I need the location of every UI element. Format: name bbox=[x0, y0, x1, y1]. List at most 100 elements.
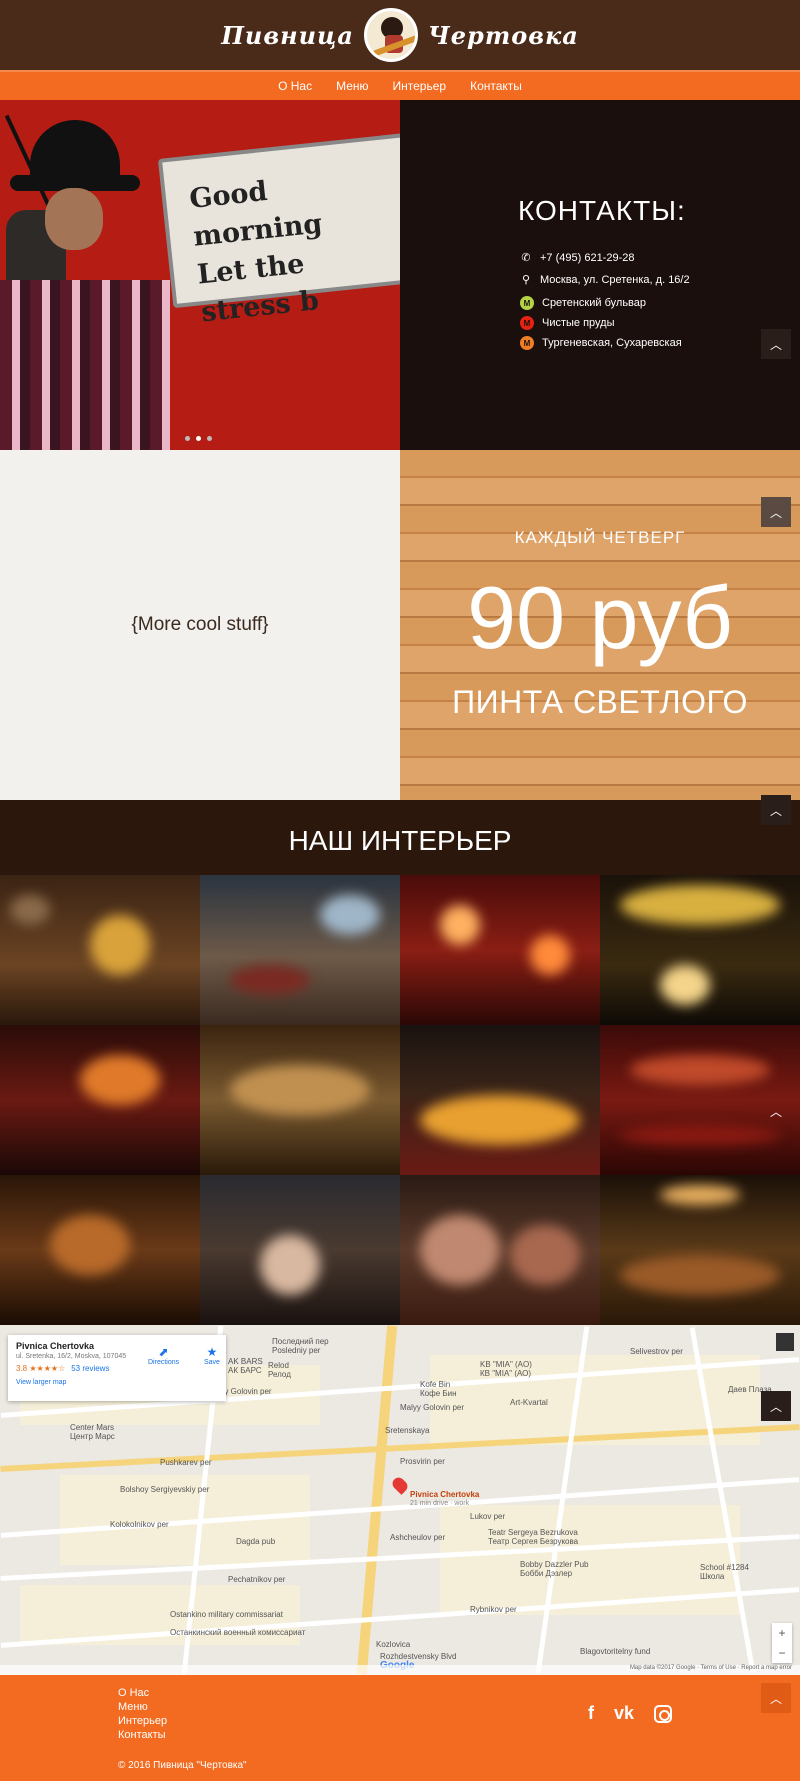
save-button[interactable]: ★ Save bbox=[204, 1345, 220, 1366]
site-footer: О Нас Меню Интерьер Контакты © 2016 Пивн… bbox=[0, 1675, 800, 1781]
scroll-up-button[interactable]: ︿ bbox=[761, 795, 791, 825]
slider-dot[interactable] bbox=[185, 436, 190, 441]
slider-dot[interactable] bbox=[207, 436, 212, 441]
social-links: f vk bbox=[588, 1703, 673, 1724]
metro-item: M Чистые пруды bbox=[520, 316, 615, 330]
directions-button[interactable]: ⬈ Directions bbox=[148, 1345, 179, 1366]
scroll-up-button[interactable]: ︿ bbox=[761, 1391, 791, 1421]
contact-address: ⚲ Москва, ул. Сретенка, д. 16/2 bbox=[520, 273, 690, 287]
footer-link-interior[interactable]: Интерьер bbox=[118, 1715, 167, 1728]
logo-word-right: Чертовка bbox=[427, 20, 579, 50]
star-icon: ★ bbox=[206, 1345, 218, 1359]
footer-link-menu[interactable]: Меню bbox=[118, 1701, 167, 1714]
footer-link-contacts[interactable]: Контакты bbox=[118, 1729, 167, 1742]
save-label: Save bbox=[204, 1359, 220, 1366]
scroll-up-button[interactable]: ︿ bbox=[761, 1096, 791, 1126]
zoom-in-icon[interactable]: + bbox=[772, 1623, 792, 1643]
map-label: School #1284 bbox=[700, 1563, 749, 1572]
vk-icon[interactable]: vk bbox=[614, 1703, 634, 1724]
fullscreen-icon[interactable] bbox=[776, 1333, 794, 1351]
map-marker-icon: ⚲ bbox=[521, 274, 531, 286]
metro-icon: M bbox=[520, 316, 534, 330]
map-label: Relod bbox=[268, 1361, 289, 1370]
scroll-up-button[interactable]: ︿ bbox=[761, 497, 791, 527]
contacts-title: КОНТАКТЫ: bbox=[518, 195, 686, 226]
map-label: Кофе Бин bbox=[420, 1389, 457, 1398]
metro-icon: M bbox=[520, 336, 534, 350]
metro-name: Чистые пруды bbox=[542, 317, 615, 329]
place-card: Pivnica Chertovka ul. Sretenka, 16/2, Mo… bbox=[8, 1335, 226, 1401]
copyright: © 2016 Пивница "Чертовка" bbox=[118, 1760, 247, 1771]
site-header: Пивница Чертовка bbox=[0, 0, 800, 70]
map-label: Ashcheulov per bbox=[390, 1533, 446, 1542]
gallery-photo[interactable] bbox=[200, 1025, 400, 1175]
more-cool-stuff-text: {More cool stuff} bbox=[131, 614, 269, 635]
gallery-photo[interactable] bbox=[400, 1025, 600, 1175]
location-pin-icon[interactable] bbox=[390, 1475, 410, 1495]
witch-logo-icon bbox=[363, 8, 418, 62]
scroll-up-button[interactable]: ︿ bbox=[761, 1683, 791, 1713]
location-map[interactable]: Последний пер Posledniy per AK BARS АК Б… bbox=[0, 1325, 800, 1675]
map-label: Ostankino military commissariat bbox=[170, 1610, 283, 1619]
map-label: Останкинский военный комиссариат bbox=[170, 1628, 306, 1637]
view-larger-map-link[interactable]: View larger map bbox=[16, 1379, 218, 1386]
metro-item: M Сретенский бульвар bbox=[520, 296, 646, 310]
directions-icon: ⬈ bbox=[158, 1345, 169, 1359]
gallery-photo[interactable] bbox=[400, 875, 600, 1025]
map-label: Bobby Dazzler Pub bbox=[520, 1560, 589, 1569]
map-label: Malyy Golovin per bbox=[400, 1403, 465, 1412]
map-label: Selivestrov per bbox=[630, 1347, 683, 1356]
map-label: Dagda pub bbox=[236, 1537, 276, 1546]
gallery-photo[interactable] bbox=[200, 1175, 400, 1325]
directions-label: Directions bbox=[148, 1359, 180, 1366]
gallery-photo[interactable] bbox=[600, 1175, 800, 1325]
gallery-photo[interactable] bbox=[0, 875, 200, 1025]
nav-item-about[interactable]: О Нас bbox=[278, 79, 312, 93]
map-label: Rybnikov per bbox=[470, 1605, 517, 1614]
map-label: Школа bbox=[700, 1572, 725, 1581]
map-label: Pushkarev per bbox=[160, 1458, 212, 1467]
gallery-photo[interactable] bbox=[200, 875, 400, 1025]
nav-item-menu[interactable]: Меню bbox=[336, 79, 368, 93]
reviews-link[interactable]: 53 reviews bbox=[71, 1364, 109, 1373]
map-attribution[interactable]: Map data ©2017 Google · Terms of Use · R… bbox=[0, 1665, 800, 1675]
chevron-up-icon: ︿ bbox=[769, 1104, 782, 1119]
hero-slider[interactable]: Good morning Let the stress b bbox=[0, 100, 400, 450]
beer-promo: КАЖДЫЙ ЧЕТВЕРГ 90 руб ПИНТА СВЕТЛОГО bbox=[400, 450, 800, 800]
pin-label[interactable]: Pivnica Chertovka bbox=[410, 1490, 479, 1499]
zoom-control[interactable]: + − bbox=[772, 1623, 792, 1663]
map-label: Kofe Bin bbox=[420, 1380, 451, 1389]
gallery-photo[interactable] bbox=[600, 875, 800, 1025]
rating-stars: 3.8 ★★★★☆ bbox=[16, 1364, 66, 1373]
metro-name: Тургеневская, Сухаревская bbox=[542, 337, 682, 349]
facebook-icon[interactable]: f bbox=[588, 1703, 594, 1724]
scroll-up-button[interactable]: ︿ bbox=[761, 329, 791, 359]
metro-name: Сретенский бульвар bbox=[542, 297, 647, 309]
sign-text: Good morning Let the stress b bbox=[188, 160, 400, 333]
footer-link-about[interactable]: О Нас bbox=[118, 1687, 167, 1700]
contact-phone[interactable]: ✆ +7 (495) 621-29-28 bbox=[520, 251, 634, 265]
logo[interactable]: Пивница Чертовка bbox=[0, 4, 800, 66]
promo-kicker: КАЖДЫЙ ЧЕТВЕРГ bbox=[514, 528, 686, 547]
gallery-photo[interactable] bbox=[0, 1025, 200, 1175]
slider-dot-active[interactable] bbox=[196, 436, 201, 441]
witch-doll-image bbox=[0, 114, 175, 450]
gallery-photo[interactable] bbox=[0, 1175, 200, 1325]
gallery-photo[interactable] bbox=[400, 1175, 600, 1325]
instagram-icon[interactable] bbox=[654, 1704, 673, 1723]
zoom-out-icon[interactable]: − bbox=[772, 1643, 792, 1663]
map-label: Центр Марс bbox=[70, 1432, 115, 1441]
metro-icon: M bbox=[520, 296, 534, 310]
map-label: KB "MIA" (AO) bbox=[480, 1360, 532, 1369]
interior-title: НАШ ИНТЕРЬЕР bbox=[288, 825, 512, 856]
interior-section: НАШ ИНТЕРЬЕР bbox=[0, 800, 800, 875]
map-label: АК БАРС bbox=[228, 1366, 262, 1375]
chevron-up-icon: ︿ bbox=[769, 1399, 782, 1414]
map-label: Последний пер bbox=[272, 1337, 329, 1346]
place-rating: 3.8 ★★★★☆ 53 reviews bbox=[16, 1364, 218, 1373]
map-label: Posledniy per bbox=[272, 1346, 321, 1355]
place-address: ul. Sretenka, 16/2, Moskva, 107045 bbox=[16, 1353, 127, 1360]
nav-item-interior[interactable]: Интерьер bbox=[393, 79, 447, 93]
nav-item-contacts[interactable]: Контакты bbox=[470, 79, 522, 93]
address-text: Москва, ул. Сретенка, д. 16/2 bbox=[540, 273, 690, 286]
